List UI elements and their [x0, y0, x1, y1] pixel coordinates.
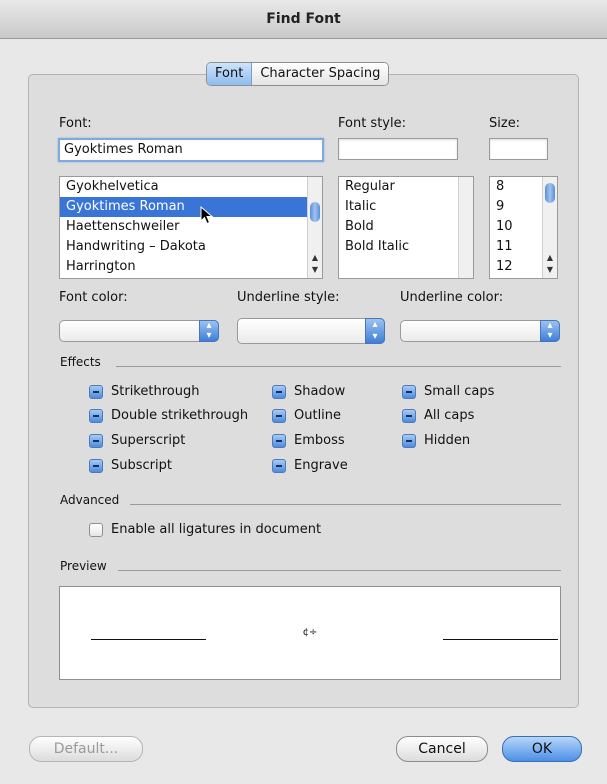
mixed-checkbox-icon — [89, 433, 103, 448]
ok-button[interactable]: OK — [502, 736, 582, 762]
font-label: Font: — [59, 116, 92, 131]
mixed-checkbox-icon — [272, 384, 286, 399]
preview-label: Preview — [60, 559, 107, 573]
effects-divider — [116, 366, 561, 367]
ligatures-checkbox[interactable]: Enable all ligatures in document — [89, 522, 321, 537]
mixed-checkbox-icon — [89, 384, 103, 399]
default-button[interactable]: Default... — [29, 736, 143, 762]
size-list[interactable]: 8 9 10 11 12 ▲ ▼ — [489, 176, 558, 279]
mixed-checkbox-icon — [402, 433, 416, 448]
emboss-checkbox[interactable]: Emboss — [272, 433, 345, 448]
scroll-thumb[interactable] — [545, 183, 555, 203]
window-title: Find Font — [0, 0, 607, 39]
advanced-label: Advanced — [60, 493, 120, 507]
popup-arrows-icon: ▴ ▾ — [540, 320, 560, 342]
list-item-selected[interactable]: Gyoktimes Roman — [60, 197, 322, 217]
scroll-down-arrow-icon[interactable]: ▼ — [543, 264, 557, 276]
font-color-label: Font color: — [59, 290, 128, 305]
popup-arrows-icon: ▴ ▾ — [365, 318, 385, 344]
underline-style-label: Underline style: — [237, 290, 340, 305]
scroll-thumb[interactable] — [310, 202, 320, 222]
font-field[interactable]: Gyoktimes Roman — [58, 138, 324, 162]
scroll-up-arrow-icon[interactable]: ▲ — [543, 252, 557, 264]
tab-font[interactable]: Font — [207, 63, 253, 85]
preview-line-right — [443, 639, 558, 640]
all-caps-checkbox[interactable]: All caps — [402, 408, 474, 423]
small-caps-checkbox[interactable]: Small caps — [402, 384, 494, 399]
effects-label: Effects — [60, 355, 101, 369]
scroll-down-arrow-icon[interactable]: ▼ — [308, 264, 322, 276]
size-label: Size: — [489, 116, 521, 131]
preview-divider — [118, 570, 561, 571]
advanced-divider — [130, 504, 561, 505]
mouse-pointer-icon — [200, 206, 214, 225]
font-style-label: Font style: — [338, 116, 406, 131]
preview-text: ¢÷ — [302, 627, 318, 638]
tab-character-spacing[interactable]: Character Spacing — [252, 63, 389, 85]
list-item[interactable]: Haettenschweiler — [60, 217, 322, 237]
mixed-checkbox-icon — [402, 408, 416, 423]
mixed-checkbox-icon — [272, 458, 286, 473]
list-item[interactable]: Regular — [339, 177, 473, 197]
superscript-checkbox[interactable]: Superscript — [89, 433, 185, 448]
subscript-checkbox[interactable]: Subscript — [89, 458, 172, 473]
underline-color-label: Underline color: — [400, 290, 504, 305]
tab-bar: Font Character Spacing — [206, 62, 390, 86]
cancel-button[interactable]: Cancel — [396, 736, 488, 762]
popup-arrows-icon: ▴ ▾ — [199, 320, 219, 342]
checkbox-icon — [89, 522, 103, 537]
font-field-value: Gyoktimes Roman — [64, 142, 183, 157]
font-list[interactable]: Gyokhelvetica Gyoktimes Roman Haettensch… — [59, 176, 323, 279]
scroll-up-arrow-icon[interactable]: ▲ — [308, 252, 322, 264]
list-item[interactable]: Bold — [339, 217, 473, 237]
list-item[interactable]: Italic — [339, 197, 473, 217]
font-style-scrollbar[interactable] — [458, 177, 473, 278]
mixed-checkbox-icon — [89, 408, 103, 423]
engrave-checkbox[interactable]: Engrave — [272, 458, 348, 473]
mixed-checkbox-icon — [272, 433, 286, 448]
font-style-field[interactable] — [338, 138, 458, 160]
font-style-list[interactable]: Regular Italic Bold Bold Italic — [338, 176, 474, 279]
preview-box: ¢÷ — [59, 586, 561, 680]
size-field[interactable] — [489, 138, 548, 160]
preview-line-left — [91, 639, 206, 640]
list-item[interactable]: Handwriting – Dakota — [60, 237, 322, 257]
strikethrough-checkbox[interactable]: Strikethrough — [89, 384, 199, 399]
font-color-popup[interactable]: ▴ ▾ — [59, 320, 219, 342]
font-list-scrollbar[interactable]: ▲ ▼ — [307, 177, 322, 278]
outline-checkbox[interactable]: Outline — [272, 408, 341, 423]
list-item[interactable]: Harrington — [60, 257, 322, 277]
double-strikethrough-checkbox[interactable]: Double strikethrough — [89, 408, 248, 423]
underline-color-popup[interactable]: ▴ ▾ — [400, 320, 560, 342]
mixed-checkbox-icon — [402, 384, 416, 399]
mixed-checkbox-icon — [89, 458, 103, 473]
size-list-scrollbar[interactable]: ▲ ▼ — [542, 177, 557, 278]
underline-style-popup[interactable]: ▴ ▾ — [237, 318, 385, 344]
list-item[interactable]: Bold Italic — [339, 237, 473, 257]
shadow-checkbox[interactable]: Shadow — [272, 384, 345, 399]
hidden-checkbox[interactable]: Hidden — [402, 433, 470, 448]
mixed-checkbox-icon — [272, 408, 286, 423]
list-item[interactable]: Gyokhelvetica — [60, 177, 322, 197]
